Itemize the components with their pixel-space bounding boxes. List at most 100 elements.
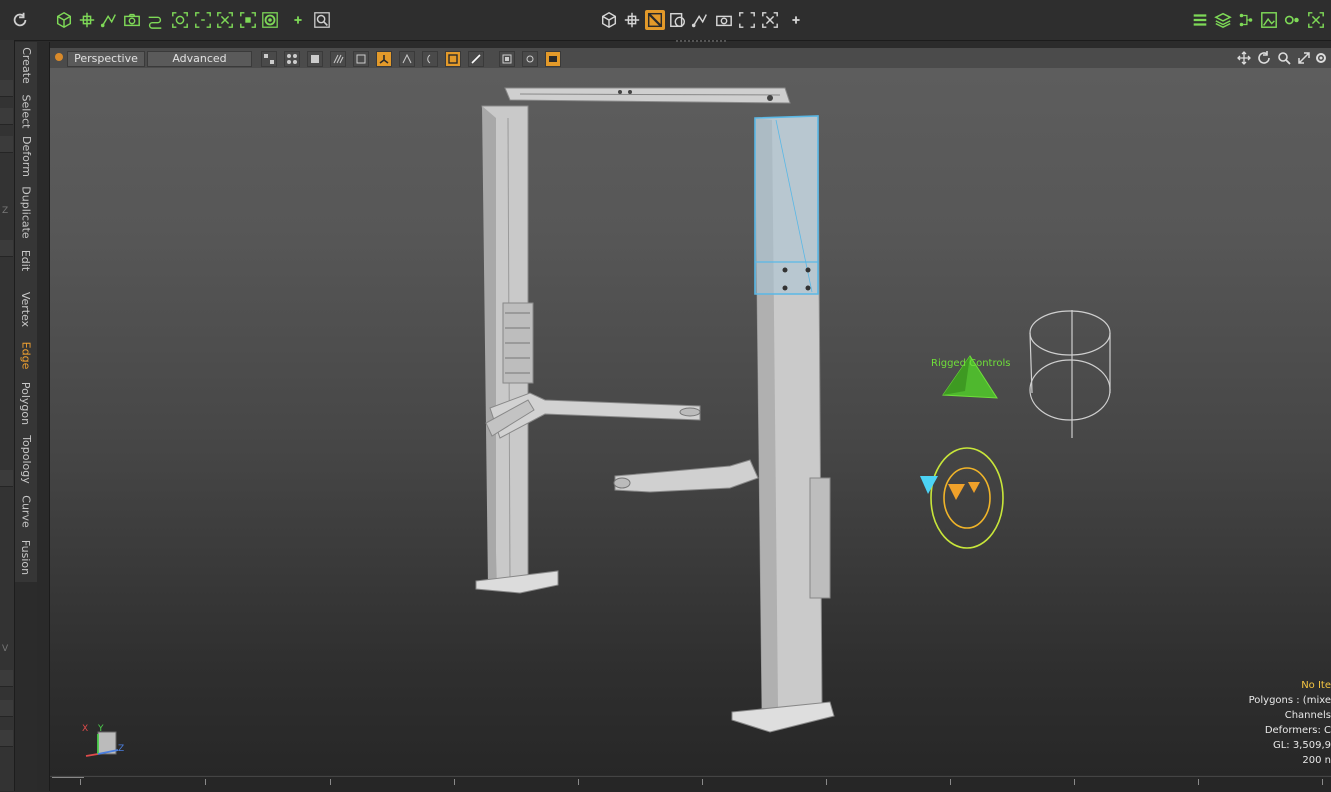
main-toolbar (0, 0, 1331, 41)
snap-icon[interactable] (1306, 10, 1326, 30)
axis-z-label: Z (118, 744, 125, 754)
timeline-tick (454, 779, 455, 785)
shading-mode-dropdown[interactable]: Advanced (147, 51, 252, 67)
gear-icon[interactable] (1313, 50, 1329, 66)
hatch-icon[interactable] (330, 51, 346, 67)
panel-slot[interactable] (0, 700, 13, 717)
panel-slot[interactable] (0, 470, 13, 487)
cube-icon[interactable] (599, 10, 619, 30)
lift-left-post[interactable] (475, 105, 559, 594)
tab-create[interactable]: Create (15, 42, 37, 88)
wire-icon[interactable] (399, 51, 415, 67)
panel-slot[interactable] (0, 136, 13, 153)
panel-splitter[interactable] (37, 42, 50, 791)
checker-icon[interactable] (261, 51, 277, 67)
timeline-tick (330, 779, 331, 785)
plus-icon[interactable] (786, 10, 806, 30)
list-icon[interactable] (1190, 10, 1210, 30)
panel-slot[interactable] (0, 730, 13, 747)
camera-icon[interactable] (545, 51, 561, 67)
timeline-tick (826, 779, 827, 785)
axis-x-label: X (82, 724, 89, 734)
strip-mark: V (2, 644, 9, 654)
tab-select[interactable]: Select (15, 90, 37, 132)
timeline-tick (702, 779, 703, 785)
timeline-tick (1322, 779, 1323, 785)
stats-time: 200 n (1302, 755, 1331, 766)
timeline-ruler[interactable] (50, 776, 1331, 792)
panel-slot[interactable] (0, 240, 13, 257)
focus-icon[interactable] (522, 51, 538, 67)
tab-deform[interactable]: Deform (15, 134, 37, 178)
bone-icon[interactable] (690, 10, 710, 30)
zoom-icon[interactable] (1276, 50, 1292, 66)
view-mode-dropdown[interactable]: Perspective (67, 51, 145, 67)
grid-icon[interactable] (1236, 10, 1256, 30)
scene-stats: No Ite Polygons : (mixe Channels Deforme… (1249, 678, 1331, 768)
panel-slot[interactable] (0, 108, 13, 125)
lift-right-post[interactable] (731, 115, 835, 733)
panel-slot[interactable] (0, 80, 13, 97)
texture-icon[interactable] (445, 51, 461, 67)
loop-icon[interactable] (668, 10, 688, 30)
edge-icon[interactable] (468, 51, 484, 67)
toolbar-resize-grip[interactable] (676, 40, 726, 46)
snap-icon[interactable] (760, 10, 780, 30)
timeline-tick (80, 779, 81, 785)
tab-curve[interactable]: Curve (15, 492, 37, 530)
move-icon[interactable] (622, 10, 642, 30)
focus-icon[interactable] (737, 10, 757, 30)
tab-polygon[interactable]: Polygon (15, 378, 37, 428)
tab-vertex[interactable]: Vertex (15, 284, 37, 334)
grid-icon[interactable] (284, 51, 300, 67)
pan-icon[interactable] (1236, 50, 1252, 66)
stats-gl: GL: 3,509,9 (1272, 740, 1331, 751)
rig-controls-label: Rigged Controls (931, 358, 1011, 369)
target-icon[interactable] (170, 10, 190, 30)
image-icon[interactable] (1259, 10, 1279, 30)
snap-icon[interactable] (215, 10, 235, 30)
overlay-icon[interactable] (499, 51, 515, 67)
viewport-options-icon[interactable] (55, 53, 63, 61)
bone-icon[interactable] (99, 10, 119, 30)
cylinder-control[interactable] (1029, 310, 1111, 438)
tab-edit[interactable]: Edit (15, 244, 37, 276)
frame-icon[interactable] (238, 10, 258, 30)
camera-icon[interactable] (122, 10, 142, 30)
rotate-icon[interactable] (1256, 50, 1272, 66)
tab-duplicate[interactable]: Duplicate (15, 182, 37, 242)
3d-viewport[interactable]: Perspective Advanced Rigged Controls X Y… (50, 48, 1331, 775)
left-collapsed-panel: Z V (0, 40, 15, 791)
target-ring-control[interactable] (920, 447, 1004, 549)
strip-mark: Z (2, 206, 9, 216)
lift-top-beam[interactable] (504, 87, 791, 104)
plus-icon[interactable] (288, 10, 308, 30)
panel-slot[interactable] (0, 670, 13, 687)
refresh-icon[interactable] (10, 10, 30, 30)
tab-edge[interactable]: Edge (15, 338, 37, 372)
tab-topology[interactable]: Topology (15, 432, 37, 486)
light-icon[interactable] (422, 51, 438, 67)
timeline-tick (950, 779, 951, 785)
stats-channels: Channels (1284, 710, 1331, 721)
gear-icon[interactable] (260, 10, 280, 30)
tab-fusion[interactable]: Fusion (15, 536, 37, 578)
maximize-icon[interactable] (1296, 50, 1312, 66)
scene-geometry[interactable] (50, 48, 1331, 775)
edge-select-icon[interactable] (645, 10, 665, 30)
timeline-tick (1074, 779, 1075, 785)
solid-icon[interactable] (307, 51, 323, 67)
bone-display-icon[interactable] (376, 51, 392, 67)
viewport-header: Perspective Advanced (50, 48, 1331, 68)
stats-selection: No Ite (1301, 680, 1331, 691)
lift-right-arm[interactable] (613, 459, 759, 493)
camera-icon[interactable] (714, 10, 734, 30)
link-icon[interactable] (145, 10, 165, 30)
move-icon[interactable] (77, 10, 97, 30)
layers-icon[interactable] (1213, 10, 1233, 30)
focus-icon[interactable] (193, 10, 213, 30)
frame-icon[interactable] (353, 51, 369, 67)
search-icon[interactable] (312, 10, 332, 30)
settings-icon[interactable] (1282, 10, 1302, 30)
cube-icon[interactable] (54, 10, 74, 30)
